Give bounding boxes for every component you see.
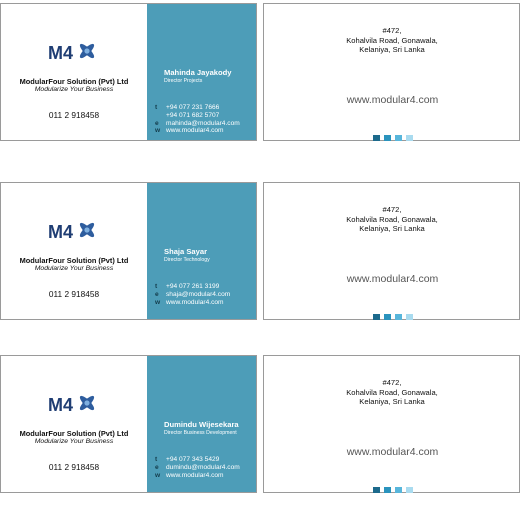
square-2 bbox=[384, 314, 391, 320]
address-line: Kelaniya, Sri Lanka bbox=[359, 397, 425, 406]
contact-line: w www.modular4.com bbox=[155, 472, 255, 480]
square-3 bbox=[395, 314, 402, 320]
logo-m-letter: M4 bbox=[48, 222, 73, 241]
contact-value: mahinda@modular4.com bbox=[166, 119, 240, 127]
contact-label: e bbox=[155, 290, 159, 298]
website-url: www.modular4.com bbox=[346, 446, 439, 458]
website-url: www.modular4.com bbox=[346, 94, 439, 106]
address-line: Kohalvila Road, Gonawala, bbox=[346, 35, 438, 45]
office-phone: 011 2 918458 bbox=[48, 289, 100, 299]
card-row: M4 ModularFour Solution (Pvt) Ltd Modula… bbox=[0, 355, 520, 505]
contact-line: t +94 077 343 5429 bbox=[155, 456, 255, 464]
company-tagline: Modularize Your Business bbox=[34, 86, 114, 93]
address-block: #472, Kohalvila Road, Gonawala, Kelaniya… bbox=[324, 378, 460, 407]
square-1 bbox=[373, 487, 380, 493]
modularfour-logo: M4 bbox=[48, 395, 95, 414]
address-line: #472, bbox=[382, 378, 402, 387]
company-name: ModularFour Solution (Pvt) Ltd bbox=[19, 256, 129, 265]
square-4 bbox=[406, 487, 413, 493]
card-front: M4 ModularFour Solution (Pvt) Ltd Modula… bbox=[0, 3, 257, 141]
address-line: Kelaniya, Sri Lanka bbox=[359, 45, 425, 54]
contact-value: +94 071 682 5707 bbox=[166, 111, 220, 119]
website-url: www.modular4.com bbox=[346, 273, 439, 285]
contact-value: dumindu@modular4.com bbox=[166, 463, 240, 471]
card-back: #472, Kohalvila Road, Gonawala, Kelaniya… bbox=[263, 3, 520, 141]
contact-line: e mahinda@modular4.com bbox=[155, 120, 255, 128]
contact-label: w bbox=[155, 298, 161, 306]
company-tagline: Modularize Your Business bbox=[34, 438, 114, 445]
contact-label: w bbox=[155, 471, 161, 479]
contact-label: e bbox=[155, 119, 159, 127]
logo-x-mark bbox=[79, 43, 95, 59]
square-1 bbox=[373, 314, 380, 320]
contact-label: w bbox=[155, 127, 161, 135]
contact-label: t bbox=[155, 283, 158, 290]
square-2 bbox=[384, 487, 391, 493]
person-title: Director Technology bbox=[164, 257, 210, 263]
logo-x-mark bbox=[79, 395, 95, 411]
contact-value: shaja@modular4.com bbox=[166, 290, 231, 298]
address-block: #472, Kohalvila Road, Gonawala, Kelaniya… bbox=[324, 26, 460, 55]
square-3 bbox=[395, 135, 402, 141]
contact-line: +94 071 682 5707 bbox=[155, 112, 255, 120]
contact-line: w www.modular4.com bbox=[155, 127, 255, 135]
contact-line: e dumindu@modular4.com bbox=[155, 464, 255, 472]
office-phone: 011 2 918458 bbox=[48, 462, 100, 472]
office-phone: 011 2 918458 bbox=[48, 110, 100, 120]
contact-line: t +94 077 261 3199 bbox=[155, 283, 255, 291]
card-row: M4 ModularFour Solution (Pvt) Ltd Modula… bbox=[0, 182, 520, 332]
modularfour-logo: M4 bbox=[48, 222, 95, 241]
person-name: Mahinda Jayakody bbox=[164, 68, 232, 77]
card-row: M4 ModularFour Solution (Pvt) Ltd Modula… bbox=[0, 3, 520, 153]
card-back: #472, Kohalvila Road, Gonawala, Kelaniya… bbox=[263, 355, 520, 493]
card-front: M4 ModularFour Solution (Pvt) Ltd Modula… bbox=[0, 355, 257, 493]
address-line: Kelaniya, Sri Lanka bbox=[359, 224, 425, 233]
square-4 bbox=[406, 135, 413, 141]
contact-label: t bbox=[155, 456, 158, 463]
square-4 bbox=[406, 314, 413, 320]
contact-line: t +94 077 231 7666 bbox=[155, 104, 255, 112]
person-title: Director Business Development bbox=[164, 430, 237, 436]
contact-line: e shaja@modular4.com bbox=[155, 291, 255, 299]
company-name: ModularFour Solution (Pvt) Ltd bbox=[19, 77, 129, 86]
company-name: ModularFour Solution (Pvt) Ltd bbox=[19, 429, 129, 438]
logo-m-letter: M4 bbox=[48, 395, 73, 414]
contact-value: +94 077 343 5429 bbox=[166, 456, 220, 463]
address-line: Kohalvila Road, Gonawala, bbox=[346, 214, 438, 224]
contact-list: t +94 077 231 7666 +94 071 682 5707 e mahind… bbox=[155, 104, 255, 135]
contact-list: t +94 077 343 5429 e dumindu@modular4.com w w… bbox=[155, 456, 255, 479]
card-front: M4 ModularFour Solution (Pvt) Ltd Modula… bbox=[0, 182, 257, 320]
contact-line: w www.modular4.com bbox=[155, 299, 255, 307]
address-line: #472, bbox=[382, 205, 402, 214]
address-block: #472, Kohalvila Road, Gonawala, Kelaniya… bbox=[324, 205, 460, 234]
contact-value: www.modular4.com bbox=[166, 471, 224, 479]
contact-value: +94 077 231 7666 bbox=[166, 104, 220, 111]
square-3 bbox=[395, 487, 402, 493]
address-line: #472, bbox=[382, 26, 402, 35]
contact-label: e bbox=[155, 463, 159, 471]
contact-value: www.modular4.com bbox=[166, 298, 224, 306]
square-2 bbox=[384, 135, 391, 141]
contact-label: t bbox=[155, 104, 158, 111]
logo-x-mark bbox=[79, 222, 95, 238]
person-title: Director Projects bbox=[164, 78, 203, 84]
square-1 bbox=[373, 135, 380, 141]
contact-value: +94 077 261 3199 bbox=[166, 283, 220, 290]
contact-list: t +94 077 261 3199 e shaja@modular4.com w www… bbox=[155, 283, 255, 306]
person-name: Shaja Sayar bbox=[164, 247, 208, 256]
contact-value: www.modular4.com bbox=[166, 127, 224, 135]
address-line: Kohalvila Road, Gonawala, bbox=[346, 387, 438, 397]
logo-m-letter: M4 bbox=[48, 43, 73, 62]
person-name: Dumindu Wijesekara bbox=[164, 420, 239, 429]
company-tagline: Modularize Your Business bbox=[34, 265, 114, 272]
card-back: #472, Kohalvila Road, Gonawala, Kelaniya… bbox=[263, 182, 520, 320]
modularfour-logo: M4 bbox=[48, 43, 95, 62]
